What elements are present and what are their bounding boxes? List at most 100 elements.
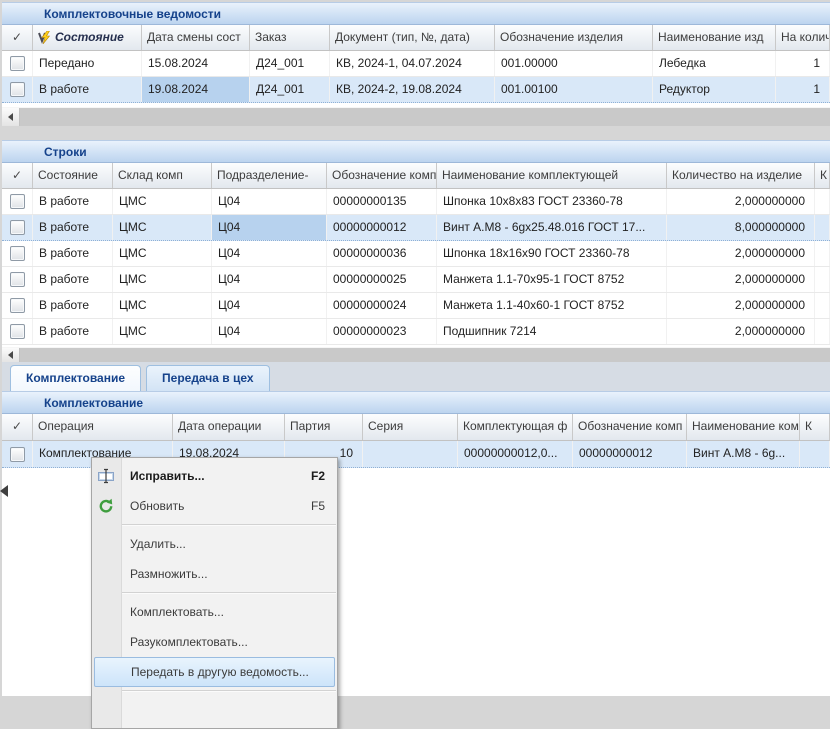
table-row-selected[interactable]: В работе 19.08.2024 Д24_001 КВ, 2024-2, … — [2, 77, 830, 103]
cell-state: В работе — [33, 241, 113, 266]
column-header-extra[interactable]: К — [800, 414, 830, 440]
menu-item-shortcut: F5 — [311, 499, 325, 513]
table-row-selected[interactable]: В работе ЦМС Ц04 00000000012 Винт А.М8 -… — [2, 215, 830, 241]
select-all-header[interactable]: ✓ — [2, 163, 33, 188]
column-header-name[interactable]: Наименование изд — [653, 25, 776, 50]
tab-peredacha-v-ceh[interactable]: Передача в цех — [146, 365, 270, 392]
cell-extra — [800, 441, 830, 467]
row-checkbox[interactable] — [10, 324, 25, 339]
menu-item-cut-off[interactable] — [92, 695, 337, 725]
cell-extra — [815, 189, 830, 214]
column-header-oboznach[interactable]: Обозначение комп — [573, 414, 687, 440]
menu-item-shortcut: F2 — [311, 469, 325, 483]
column-header-podrazd[interactable]: Подразделение- — [212, 163, 327, 188]
table-row[interactable]: В работе ЦМС Ц04 00000000024 Манжета 1.1… — [2, 293, 830, 319]
cell-extra — [815, 319, 830, 344]
scroll-left-icon — [8, 113, 13, 121]
tab-bar: Комплектование Передача в цех — [2, 362, 830, 391]
menu-item-label: Обновить — [130, 499, 303, 513]
tab-komplektovanie[interactable]: Комплектование — [10, 365, 141, 392]
column-header-state-label: Состояние — [55, 25, 124, 50]
cell-qty: 8,000000000 — [667, 215, 815, 240]
row-checkbox[interactable] — [10, 220, 25, 235]
column-header-komp-f[interactable]: Комплектующая ф — [458, 414, 573, 440]
cell-sklad: ЦМС — [113, 267, 212, 292]
menu-item-komplektovat[interactable]: Комплектовать... — [92, 597, 337, 627]
menu-item-udalit[interactable]: Удалить... — [92, 529, 337, 559]
cell-extra — [815, 293, 830, 318]
scroll-left-arrow-icon[interactable] — [0, 485, 8, 497]
cell-podrazd: Ц04 — [212, 293, 327, 318]
column-header-state[interactable]: Состояние — [33, 163, 113, 188]
cell-oboznach: 00000000135 — [327, 189, 437, 214]
column-header-qty[interactable]: На колич — [776, 25, 830, 50]
cell-sklad: ЦМС — [113, 319, 212, 344]
column-header-sklad[interactable]: Склад комп — [113, 163, 212, 188]
panel-vedomosti-title: Комплектовочные ведомости — [2, 2, 830, 25]
refresh-icon — [98, 498, 114, 514]
column-header-oboznach[interactable]: Обозначение компле — [327, 163, 437, 188]
cell-state: В работе — [33, 77, 142, 102]
cell-doc: КВ, 2024-2, 19.08.2024 — [330, 77, 495, 102]
column-header-op[interactable]: Операция — [33, 414, 173, 440]
cell-sklad: ЦМС — [113, 215, 212, 240]
table-row[interactable]: В работе ЦМС Ц04 00000000025 Манжета 1.1… — [2, 267, 830, 293]
row-checkbox[interactable] — [10, 194, 25, 209]
menu-item-label: Удалить... — [130, 537, 325, 551]
row-checkbox[interactable] — [10, 246, 25, 261]
menu-item-label: Комплектовать... — [130, 605, 325, 619]
menu-separator — [93, 690, 336, 692]
row-checkbox[interactable] — [10, 447, 25, 462]
row-checkbox[interactable] — [10, 298, 25, 313]
menu-item-ispravit[interactable]: Исправить... F2 — [92, 461, 337, 491]
column-header-date[interactable]: Дата смены сост — [142, 25, 250, 50]
row-checkbox[interactable] — [10, 272, 25, 287]
cell-oboznach: 00000000024 — [327, 293, 437, 318]
column-header-qty[interactable]: Количество на изделие — [667, 163, 815, 188]
table-row[interactable]: Передано 15.08.2024 Д24_001 КВ, 2024-1, … — [2, 51, 830, 77]
column-header-seriya[interactable]: Серия — [363, 414, 458, 440]
cell-naimen: Винт А.М8 - 6g... — [687, 441, 800, 467]
cell-oboznach: 00000000036 — [327, 241, 437, 266]
menu-item-razmnozhit[interactable]: Размножить... — [92, 559, 337, 589]
table-row[interactable]: В работе ЦМС Ц04 00000000135 Шпонка 10x8… — [2, 189, 830, 215]
cell-state: Передано — [33, 51, 142, 76]
select-all-header[interactable]: ✓ — [2, 414, 33, 440]
cell-podrazd: Ц04 — [212, 189, 327, 214]
column-header-date[interactable]: Дата операции — [173, 414, 285, 440]
column-header-state[interactable]: Состояние — [33, 25, 142, 50]
scrollbar-thumb[interactable] — [20, 108, 830, 126]
cell-state: В работе — [33, 319, 113, 344]
menu-item-obnovit[interactable]: Обновить F5 — [92, 491, 337, 521]
horizontal-scrollbar[interactable] — [2, 347, 830, 362]
column-header-partiya[interactable]: Партия — [285, 414, 363, 440]
column-header-naimen[interactable]: Наименование ком — [687, 414, 800, 440]
cell-qty: 2,000000000 — [667, 189, 815, 214]
table-row[interactable]: В работе ЦМС Ц04 00000000036 Шпонка 18x1… — [2, 241, 830, 267]
cell-qty: 1 — [776, 77, 830, 102]
table-row[interactable]: В работе ЦМС Ц04 00000000023 Подшипник 7… — [2, 319, 830, 345]
select-all-header[interactable]: ✓ — [2, 25, 33, 50]
column-header-doc[interactable]: Документ (тип, №, дата) — [330, 25, 495, 50]
context-menu: Исправить... F2 Обновить F5 Удалить... Р… — [91, 457, 338, 729]
cell-qty: 2,000000000 — [667, 319, 815, 344]
cell-naimen: Подшипник 7214 — [437, 319, 667, 344]
scroll-left-button[interactable] — [2, 108, 20, 126]
edit-field-icon — [98, 468, 114, 484]
stroki-header-row: ✓ Состояние Склад комп Подразделение- Об… — [2, 163, 830, 189]
horizontal-scrollbar[interactable] — [2, 107, 830, 126]
row-checkbox[interactable] — [10, 82, 25, 97]
row-checkbox[interactable] — [10, 56, 25, 71]
menu-item-razukomplektovat[interactable]: Разукомплектовать... — [92, 627, 337, 657]
column-header-designation[interactable]: Обозначение изделия — [495, 25, 653, 50]
menu-item-peredat-v-druguyu-vedomost[interactable]: Передать в другую ведомость... — [94, 657, 335, 687]
cell-state: В работе — [33, 215, 113, 240]
scroll-left-button[interactable] — [2, 348, 20, 362]
column-header-naimen[interactable]: Наименование комплектующей — [437, 163, 667, 188]
column-header-order[interactable]: Заказ — [250, 25, 330, 50]
column-header-extra[interactable]: К — [815, 163, 830, 188]
cell-state: В работе — [33, 189, 113, 214]
cell-podrazd: Ц04 — [212, 241, 327, 266]
scrollbar-thumb[interactable] — [20, 348, 830, 362]
cell-date-focused: 19.08.2024 — [142, 77, 250, 102]
